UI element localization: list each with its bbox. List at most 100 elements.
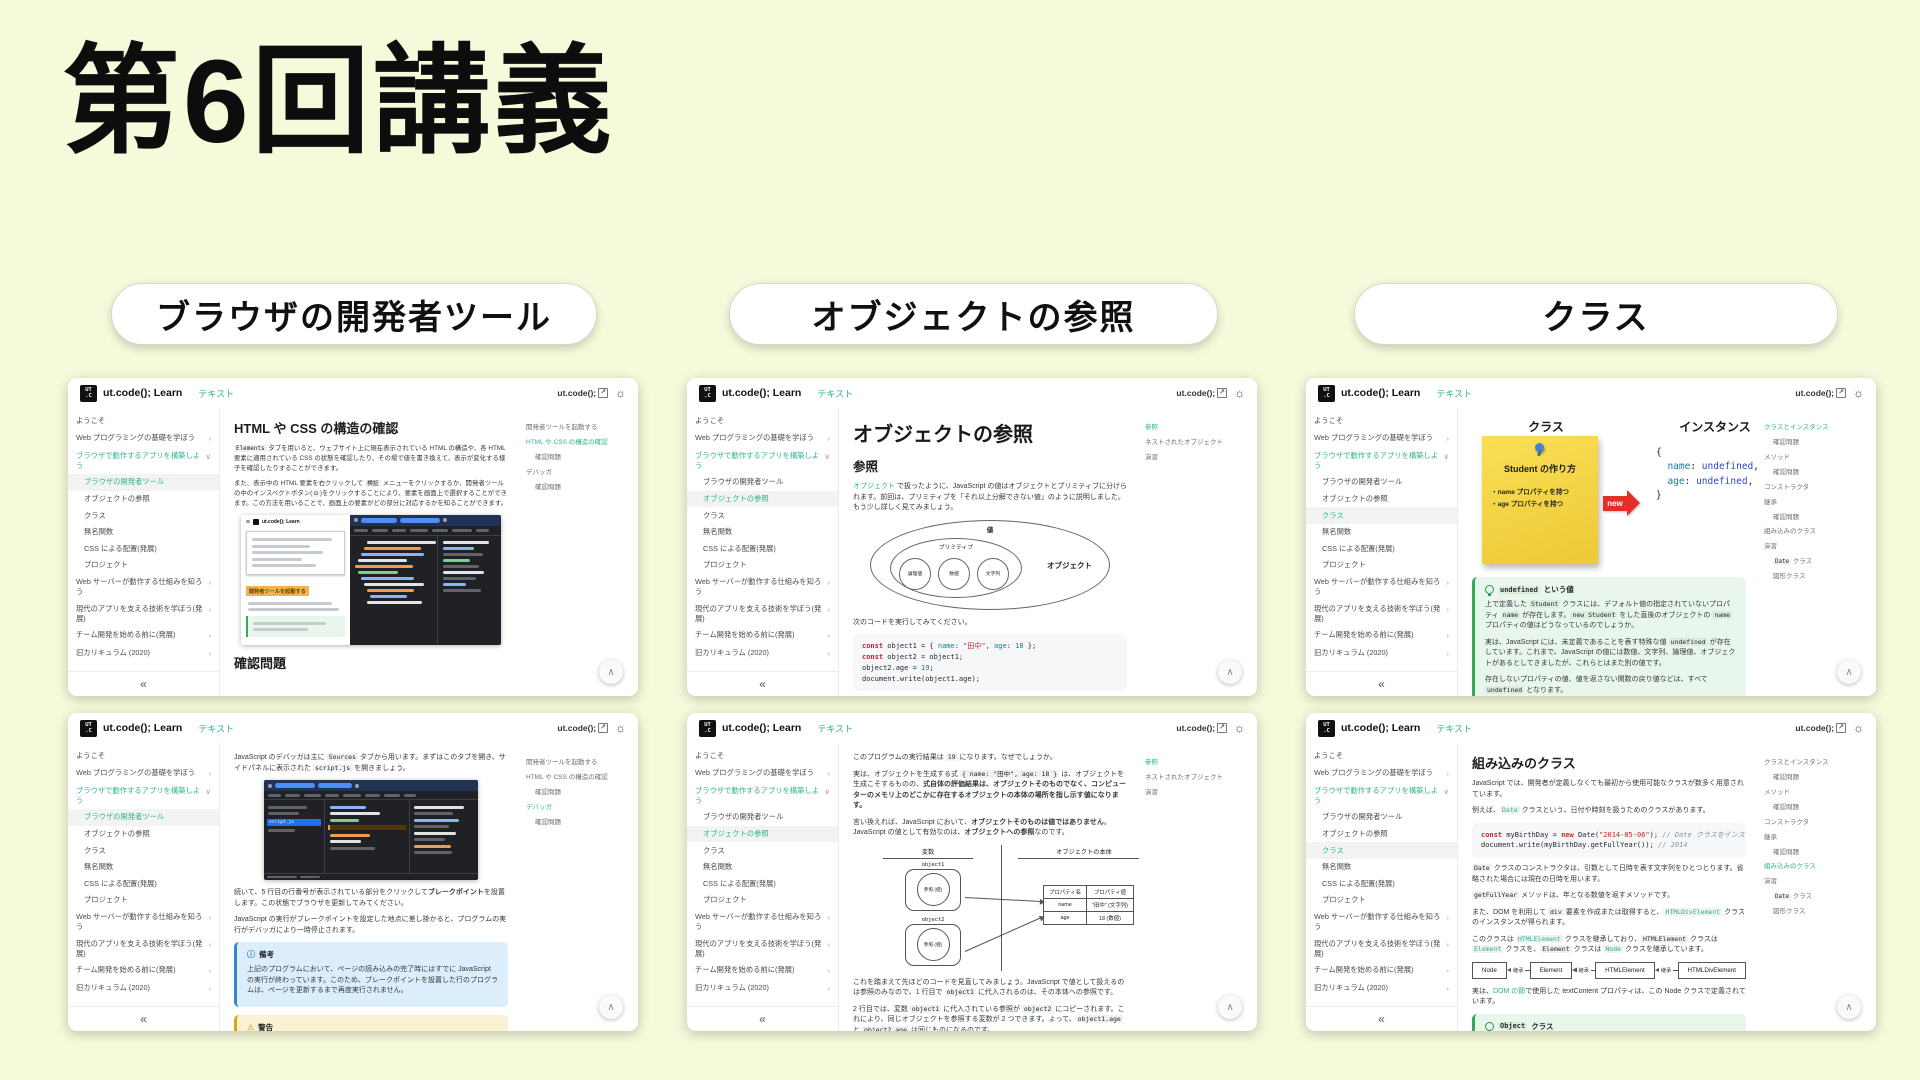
toc-item[interactable]: 演習 bbox=[1764, 542, 1868, 551]
sidebar-item[interactable]: プロジェクト bbox=[687, 557, 838, 574]
theme-toggle-icon[interactable]: ☼ bbox=[1234, 386, 1245, 400]
toc-item[interactable]: 継承 bbox=[1764, 498, 1868, 507]
toc-item[interactable]: 演習 bbox=[1145, 788, 1249, 797]
toc-item[interactable]: ネストされたオブジェクト bbox=[1145, 773, 1249, 782]
theme-toggle-icon[interactable]: ☼ bbox=[615, 721, 626, 735]
toc-item[interactable]: Date クラス bbox=[1764, 557, 1868, 566]
header-text-nav-link[interactable]: テキスト bbox=[1436, 722, 1472, 735]
sidebar-collapse-button[interactable]: « bbox=[687, 1006, 838, 1031]
sidebar-item[interactable]: 旧カリキュラム (2020)› bbox=[68, 645, 219, 663]
toc-item[interactable]: 確認問題 bbox=[526, 453, 630, 462]
sidebar-item[interactable]: ようこそ bbox=[68, 413, 219, 430]
header-text-nav-link[interactable]: テキスト bbox=[817, 722, 853, 735]
toc-item[interactable]: 確認問題 bbox=[526, 818, 630, 827]
toc-item[interactable]: HTML や CSS の構造の確認 bbox=[526, 438, 630, 447]
toc-item[interactable]: 確認問題 bbox=[1764, 513, 1868, 522]
selected-file[interactable]: script.js bbox=[267, 819, 321, 826]
scroll-to-top-button[interactable]: ∧ bbox=[1837, 660, 1861, 684]
sidebar-item[interactable]: ブラウザの開発者ツール bbox=[1306, 809, 1457, 826]
header-text-nav-link[interactable]: テキスト bbox=[817, 387, 853, 400]
sidebar-item[interactable]: チーム開発を始める前に(発展)› bbox=[1306, 627, 1457, 645]
sidebar-item[interactable]: オブジェクトの参照 bbox=[687, 491, 838, 508]
sidebar-collapse-button[interactable]: « bbox=[1306, 1006, 1457, 1031]
external-site-link[interactable]: ut.code(); ↗ bbox=[557, 723, 608, 733]
toc-item[interactable]: 演習 bbox=[1145, 453, 1249, 462]
sidebar-item[interactable]: ブラウザの開発者ツール bbox=[68, 474, 219, 491]
toc-item[interactable]: メソッド bbox=[1764, 453, 1868, 462]
sidebar-item[interactable]: クラス bbox=[1306, 507, 1457, 524]
sidebar-item[interactable]: プロジェクト bbox=[1306, 892, 1457, 909]
sidebar-item[interactable]: ようこそ bbox=[1306, 748, 1457, 765]
external-site-link[interactable]: ut.code(); ↗ bbox=[1795, 723, 1846, 733]
sidebar-item[interactable]: ようこそ bbox=[1306, 413, 1457, 430]
toc-item[interactable]: 図形クラス bbox=[1764, 572, 1868, 581]
sidebar-item[interactable]: 現代のアプリを支える技術を学ぼう(発展)› bbox=[1306, 600, 1457, 627]
sidebar-item[interactable]: ブラウザの開発者ツール bbox=[687, 474, 838, 491]
sidebar-item[interactable]: ブラウザで動作するアプリを構築しよう∨ bbox=[687, 782, 838, 809]
sidebar-item[interactable]: 現代のアプリを支える技術を学ぼう(発展)› bbox=[687, 935, 838, 962]
toc-item[interactable]: 確認問題 bbox=[1764, 438, 1868, 447]
sidebar-item[interactable]: クラス bbox=[687, 507, 838, 524]
sidebar-item[interactable]: 無名関数 bbox=[1306, 524, 1457, 541]
code-chip-link[interactable]: HTMLDivElement bbox=[1663, 908, 1722, 916]
sidebar-item[interactable]: オブジェクトの参照 bbox=[1306, 826, 1457, 843]
sidebar-item[interactable]: 無名関数 bbox=[687, 524, 838, 541]
toc-item[interactable]: 確認問題 bbox=[1764, 773, 1868, 782]
sidebar-item[interactable]: 旧カリキュラム (2020)› bbox=[687, 645, 838, 663]
sidebar-item[interactable]: ようこそ bbox=[68, 748, 219, 765]
close-dot-icon[interactable] bbox=[443, 518, 447, 522]
sidebar-item[interactable]: プロジェクト bbox=[68, 557, 219, 574]
scroll-to-top-button[interactable]: ∧ bbox=[599, 995, 623, 1019]
header-text-nav-link[interactable]: テキスト bbox=[1436, 387, 1472, 400]
theme-toggle-icon[interactable]: ☼ bbox=[1234, 721, 1245, 735]
toc-item[interactable]: 開発者ツールを起動する bbox=[526, 423, 630, 432]
toc-item[interactable]: Date クラス bbox=[1764, 892, 1868, 901]
toc-item[interactable]: 確認問題 bbox=[526, 483, 630, 492]
code-chip-link[interactable]: HTMLElement bbox=[1516, 935, 1563, 943]
toc-item[interactable]: メソッド bbox=[1764, 788, 1868, 797]
scroll-to-top-button[interactable]: ∧ bbox=[1218, 995, 1242, 1019]
toc-item[interactable]: 確認問題 bbox=[1764, 468, 1868, 477]
sidebar-item[interactable]: 無名関数 bbox=[68, 859, 219, 876]
notification-pill-button[interactable] bbox=[275, 783, 315, 788]
sidebar-item[interactable]: オブジェクトの参照 bbox=[1306, 491, 1457, 508]
sidebar-item[interactable]: オブジェクトの参照 bbox=[68, 826, 219, 843]
sidebar-item[interactable]: 現代のアプリを支える技術を学ぼう(発展)› bbox=[68, 600, 219, 627]
sidebar-item[interactable]: ブラウザの開発者ツール bbox=[1306, 474, 1457, 491]
sidebar-collapse-button[interactable]: « bbox=[1306, 671, 1457, 696]
toc-item[interactable]: HTML や CSS の構造の確認 bbox=[526, 773, 630, 782]
sidebar-item[interactable]: CSS による配置(発展) bbox=[687, 876, 838, 893]
toc-item[interactable]: 図形クラス bbox=[1764, 907, 1868, 916]
external-site-link[interactable]: ut.code(); ↗ bbox=[1176, 388, 1227, 398]
code-chip-link[interactable]: Date bbox=[1500, 806, 1520, 814]
sidebar-item[interactable]: 現代のアプリを支える技術を学ぼう(発展)› bbox=[687, 600, 838, 627]
sidebar-item[interactable]: Web プログラミングの基礎を学ぼう› bbox=[687, 765, 838, 783]
sidebar-item[interactable]: ブラウザで動作するアプリを構築しよう∨ bbox=[68, 447, 219, 474]
code-chip-link[interactable]: Node bbox=[1603, 945, 1623, 953]
sidebar-item[interactable]: 現代のアプリを支える技術を学ぼう(発展)› bbox=[1306, 935, 1457, 962]
sidebar-item[interactable]: CSS による配置(発展) bbox=[68, 541, 219, 558]
sidebar-item[interactable]: Web プログラミングの基礎を学ぼう› bbox=[687, 430, 838, 448]
sidebar-collapse-button[interactable]: « bbox=[687, 671, 838, 696]
sidebar-item[interactable]: Web サーバーが動作する仕組みを知ろう› bbox=[1306, 909, 1457, 936]
inline-link[interactable]: DOM の節 bbox=[1493, 988, 1525, 995]
sidebar-item[interactable]: チーム開発を始める前に(発展)› bbox=[68, 962, 219, 980]
toc-item[interactable]: 組み込みのクラス bbox=[1764, 862, 1868, 871]
sidebar-item[interactable]: Web サーバーが動作する仕組みを知ろう› bbox=[687, 574, 838, 601]
scroll-to-top-button[interactable]: ∧ bbox=[1218, 660, 1242, 684]
sidebar-item[interactable]: 無名関数 bbox=[68, 524, 219, 541]
toc-item[interactable]: デバッガ bbox=[526, 468, 630, 477]
toc-item[interactable]: ネストされたオブジェクト bbox=[1145, 438, 1249, 447]
sidebar-item[interactable]: ブラウザの開発者ツール bbox=[68, 809, 219, 826]
toc-item[interactable]: 確認問題 bbox=[1764, 848, 1868, 857]
toc-item[interactable]: 参照 bbox=[1145, 758, 1249, 767]
sidebar-item[interactable]: 旧カリキュラム (2020)› bbox=[687, 980, 838, 998]
sidebar-item[interactable]: クラス bbox=[68, 842, 219, 859]
toc-item[interactable]: 継承 bbox=[1764, 833, 1868, 842]
sidebar-item[interactable]: CSS による配置(発展) bbox=[1306, 541, 1457, 558]
sidebar-item[interactable]: クラス bbox=[687, 842, 838, 859]
notification-pill-button[interactable] bbox=[318, 783, 352, 788]
sidebar-item[interactable]: Web プログラミングの基礎を学ぼう› bbox=[68, 430, 219, 448]
sidebar-item[interactable]: プロジェクト bbox=[1306, 557, 1457, 574]
sidebar-item[interactable]: ブラウザで動作するアプリを構築しよう∨ bbox=[687, 447, 838, 474]
